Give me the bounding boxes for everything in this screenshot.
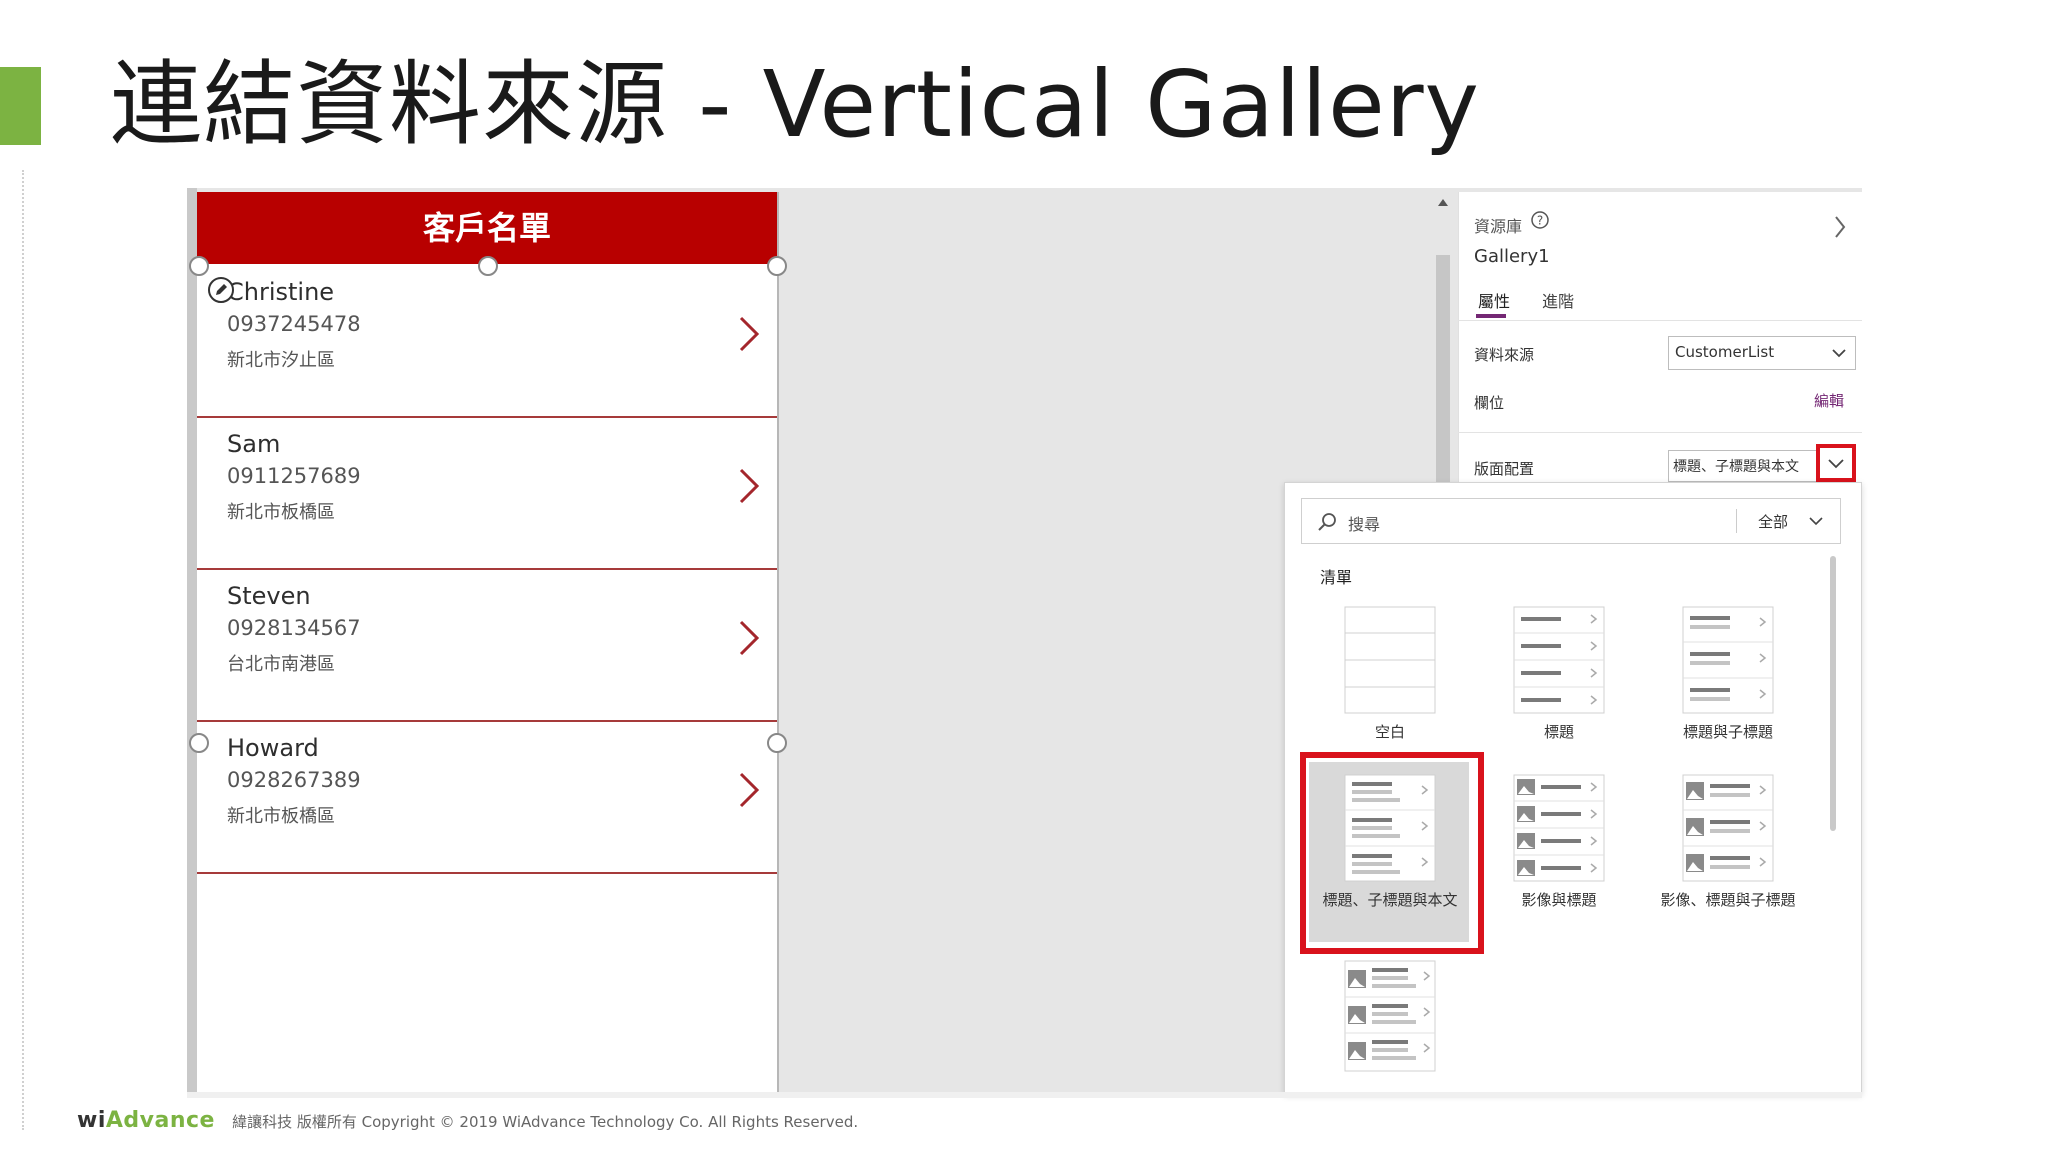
chevron-right-icon[interactable]	[727, 314, 767, 354]
item-address: 台北市南港區	[227, 654, 335, 675]
help-icon[interactable]: ?	[1530, 210, 1550, 230]
screenshot-bottom-edge	[187, 1092, 1862, 1098]
svg-text:?: ?	[1537, 214, 1543, 228]
accent-bar	[0, 67, 41, 145]
app-header: 客戶名單	[197, 192, 777, 264]
gallery-item[interactable]: Steven 0928134567 台北市南港區	[197, 568, 777, 722]
canvas-scroll-thumb[interactable]	[1436, 255, 1450, 482]
layout-tile-title-subtitle[interactable]	[1682, 606, 1774, 716]
item-phone: 0928134567	[227, 616, 361, 640]
tile-label: 標題	[1543, 723, 1574, 741]
chevron-right-icon[interactable]	[727, 618, 767, 658]
item-phone: 0911257689	[227, 464, 361, 488]
gallery-item[interactable]: Howard 0928267389 新北市板橋區	[197, 720, 777, 874]
chevron-down-icon	[1832, 349, 1846, 358]
picker-scrollbar[interactable]	[1830, 556, 1836, 831]
search-placeholder: 搜尋	[1348, 515, 1381, 534]
tile-label: 標題與子標題	[1682, 723, 1773, 741]
layout-tile-title[interactable]	[1513, 606, 1605, 716]
chevron-right-icon[interactable]	[727, 770, 767, 810]
resize-handle[interactable]	[189, 733, 209, 753]
item-phone: 0937245478	[227, 312, 361, 336]
chevron-right-icon[interactable]	[727, 466, 767, 506]
slide-title: 連結資料來源 - Vertical Gallery	[110, 51, 1480, 158]
company-logo: wiAdvance	[77, 1108, 215, 1133]
datasource-label: 資料來源	[1474, 346, 1535, 364]
search-divider	[1736, 509, 1737, 533]
resize-handle[interactable]	[767, 256, 787, 276]
item-name: Howard	[227, 734, 319, 762]
item-address: 新北市汐止區	[227, 350, 335, 371]
copyright-text: 緯讓科技 版權所有 Copyright © 2019 WiAdvance Tec…	[232, 1113, 859, 1131]
datasource-dropdown[interactable]: CustomerList	[1668, 336, 1856, 370]
gallery-item[interactable]: Christine 0937245478 新北市汐止區	[197, 264, 777, 418]
control-name: Gallery1	[1474, 246, 1550, 267]
layout-tile-blank[interactable]	[1344, 606, 1436, 716]
selection-highlight	[1300, 752, 1484, 954]
layout-dropdown-button[interactable]	[1816, 444, 1856, 482]
divider	[1458, 320, 1862, 321]
tile-label: 影像、標題與子標題	[1660, 891, 1796, 909]
tab-properties[interactable]: 屬性	[1478, 288, 1510, 312]
chevron-down-icon	[1828, 459, 1844, 469]
resize-handle[interactable]	[767, 733, 787, 753]
datasource-value: CustomerList	[1675, 343, 1775, 361]
item-address: 新北市板橋區	[227, 806, 335, 827]
scroll-up-icon[interactable]	[1436, 196, 1450, 208]
chevron-right-icon[interactable]	[1832, 214, 1848, 240]
item-name: Sam	[227, 430, 281, 458]
layout-label: 版面配置	[1474, 460, 1535, 478]
gallery-item[interactable]: Sam 0911257689 新北市板橋區	[197, 416, 777, 570]
layout-dropdown[interactable]: 標題、子標題與本文	[1668, 450, 1818, 482]
item-phone: 0928267389	[227, 768, 361, 792]
divider	[1458, 432, 1862, 433]
canvas-left-edge	[187, 188, 197, 1092]
item-name: Steven	[227, 582, 311, 610]
guide-line	[22, 170, 24, 1130]
layout-search-box[interactable]: 搜尋 全部	[1301, 498, 1841, 544]
resize-handle[interactable]	[478, 256, 498, 276]
tile-label: 影像與標題	[1521, 891, 1597, 909]
item-address: 新北市板橋區	[227, 502, 335, 523]
footer: wiAdvance 緯讓科技 版權所有 Copyright © 2019 WiA…	[77, 1108, 858, 1138]
resize-handle[interactable]	[189, 256, 209, 276]
fields-label: 欄位	[1474, 394, 1505, 412]
layout-tile-image-title[interactable]	[1513, 774, 1605, 884]
filter-value[interactable]: 全部	[1758, 511, 1788, 532]
tab-active-indicator	[1476, 314, 1506, 318]
tile-label: 空白	[1374, 723, 1405, 741]
panel-section-label: 資源庫	[1474, 217, 1523, 236]
tab-advanced[interactable]: 進階	[1542, 288, 1574, 312]
search-icon	[1318, 513, 1336, 531]
fields-edit-link[interactable]: 編輯	[1814, 390, 1844, 411]
edit-pencil-icon[interactable]	[207, 276, 235, 304]
layout-tile-image-title-subtitle[interactable]	[1682, 774, 1774, 884]
picker-section-label: 清單	[1320, 568, 1353, 587]
vertical-gallery[interactable]: Christine 0937245478 新北市汐止區 Sam 09112576…	[197, 264, 777, 874]
item-name: Christine	[227, 278, 335, 306]
chevron-down-icon[interactable]	[1808, 515, 1824, 527]
layout-value: 標題、子標題與本文	[1673, 459, 1799, 475]
layout-tile-image-title-subtitle-body[interactable]	[1344, 960, 1436, 1072]
